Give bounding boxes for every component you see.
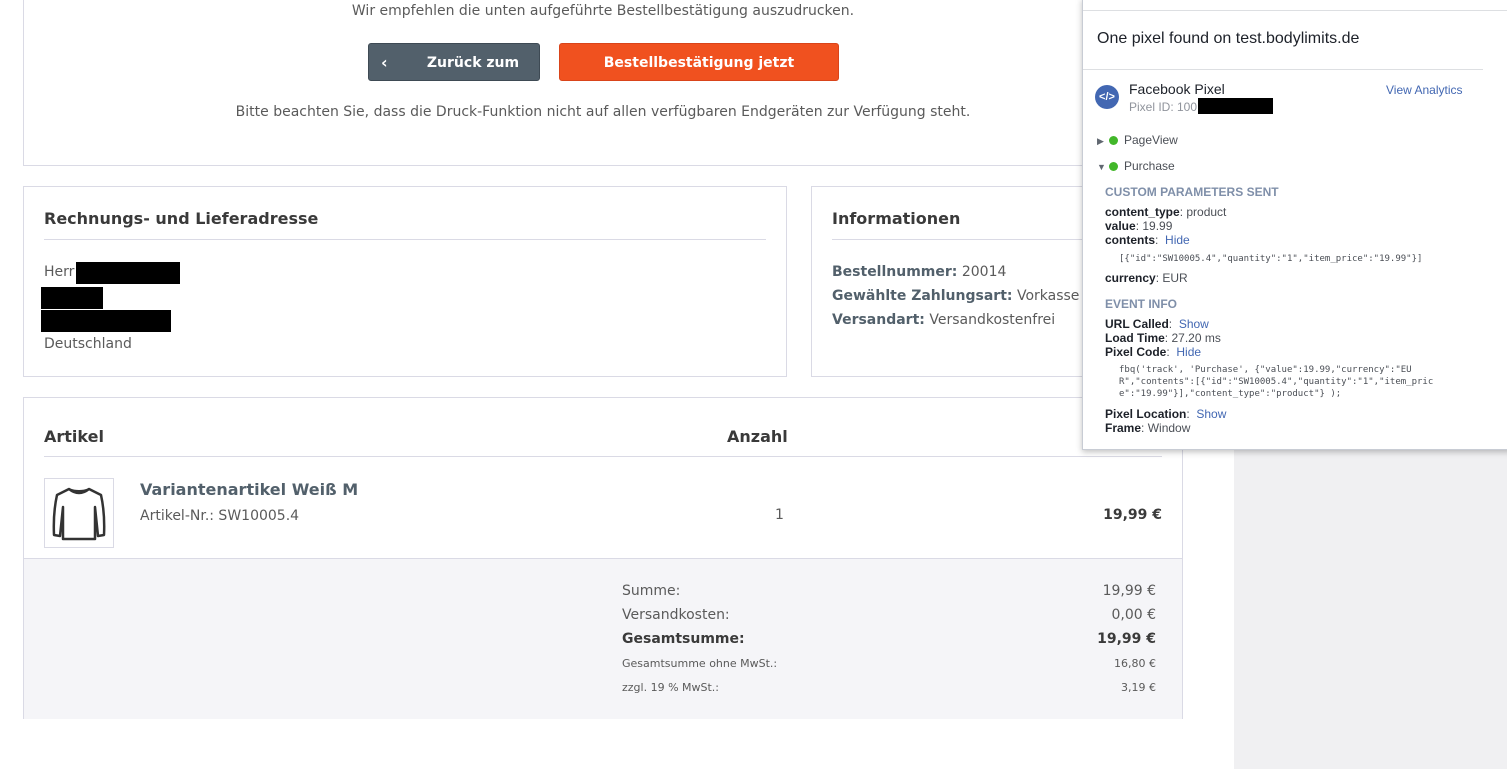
vat-value: 3,19 € [1121, 681, 1156, 694]
contents-json: [{"id":"SW10005.4","quantity":"1","item_… [1119, 254, 1423, 264]
info-value: : Window [1141, 421, 1191, 435]
info-key: URL Called [1105, 317, 1169, 331]
param-key: content_type [1105, 205, 1180, 219]
pixel-location-show-link[interactable]: Show [1196, 407, 1226, 421]
payment-value: Vorkasse [1016, 288, 1080, 304]
shipping-cost-value: 0,00 € [1111, 607, 1156, 623]
order-number-label: Bestellnummer: [832, 264, 958, 280]
param-key: value [1105, 219, 1136, 233]
event-pageview[interactable]: ▶ PageView [1097, 133, 1178, 147]
event-purchase-label: Purchase [1124, 159, 1175, 173]
info-key: Frame [1105, 421, 1142, 435]
shirt-icon [52, 487, 106, 541]
event-purchase[interactable]: ▼ Purchase [1097, 159, 1175, 173]
code-icon: </> [1095, 85, 1119, 109]
info-value: : 27.20 ms [1164, 331, 1221, 345]
param-content-type: content_type: product [1105, 205, 1226, 219]
print-intro-text: Wir empfehlen die unten aufgeführte Best… [351, 3, 855, 19]
param-key: contents [1105, 233, 1156, 247]
article-header-divider [44, 456, 1162, 457]
redacted-name [76, 262, 180, 284]
pixel-id: Pixel ID: 100 [1129, 100, 1197, 114]
url-called-show-link[interactable]: Show [1179, 317, 1209, 331]
pixel-name: Facebook Pixel [1129, 81, 1225, 97]
redacted-city [41, 310, 171, 332]
net-total-label: Gesamtsumme ohne MwSt.: [622, 657, 778, 670]
order-number-value: 20014 [961, 264, 1007, 280]
param-value: : 19.99 [1135, 219, 1173, 233]
address-salutation: Herr [44, 264, 75, 280]
pixel-code-line: R","contents":[{"id":"SW10005.4","quanti… [1119, 377, 1434, 387]
param-value: : product [1179, 205, 1227, 219]
address-title: Rechnungs- und Lieferadresse [44, 209, 319, 228]
pixel-location-row: Pixel Location: Show [1105, 407, 1227, 421]
pixel-code-line: e":"19.99"}],"content_type":"product"} )… [1119, 389, 1342, 399]
success-icon [1109, 136, 1118, 145]
print-confirmation-button[interactable]: Bestellbestätigung jetzt ausdrucken! [559, 43, 839, 109]
pixels-found-text: One pixel found on test.bodylimits.de [1097, 30, 1360, 47]
pixel-helper-popup: One pixel found on test.bodylimits.de </… [1082, 0, 1507, 450]
totals-section: Summe: 19,99 € Versandkosten: 0,00 € Ges… [24, 558, 1182, 719]
product-name-link[interactable]: Variantenartikel Weiß M [140, 480, 358, 499]
sum-label: Summe: [622, 583, 681, 599]
product-quantity: 1 [775, 507, 784, 523]
grand-total-label: Gesamtsumme: [622, 631, 745, 647]
shipping-value: Versandkostenfrei [929, 312, 1056, 328]
frame-row: Frame: Window [1105, 421, 1190, 435]
address-divider [44, 239, 766, 240]
product-price: 19,99 € [1103, 507, 1162, 523]
param-contents: contents: Hide [1105, 233, 1190, 247]
address-panel: Rechnungs- und Lieferadresse Herr Deutsc… [23, 186, 787, 377]
pixel-id-text: Pixel ID: 100 [1129, 100, 1198, 114]
info-key: Load Time [1105, 331, 1165, 345]
pixel-code-line: fbq('track', 'Purchase', {"value":19.99,… [1119, 365, 1412, 375]
url-called-row: URL Called: Show [1105, 317, 1209, 331]
param-value: : EUR [1155, 271, 1188, 285]
grand-total-value: 19,99 € [1097, 631, 1156, 647]
article-panel: Artikel Anzahl Variantenartikel Weiß M A… [23, 397, 1183, 719]
param-key: currency [1105, 271, 1156, 285]
success-icon [1109, 162, 1118, 171]
popup-divider [1083, 69, 1483, 70]
shipping-cost-label: Versandkosten: [622, 607, 730, 623]
article-column-header: Artikel [44, 427, 104, 446]
view-analytics-link[interactable]: View Analytics [1386, 83, 1462, 97]
redacted-pixel-id [1198, 98, 1273, 114]
sum-value: 19,99 € [1102, 583, 1156, 599]
contents-hide-link[interactable]: Hide [1165, 233, 1190, 247]
event-info-title: EVENT INFO [1105, 297, 1178, 311]
custom-params-title: CUSTOM PARAMETERS SENT [1105, 185, 1279, 199]
information-panel: Informationen Bestellnummer: 20014 Gewäh… [811, 186, 1112, 377]
payment-row: Gewählte Zahlungsart: Vorkasse [832, 288, 1079, 304]
expand-triangle-icon: ▶ [1097, 136, 1104, 146]
shipping-label: Versandart: [832, 312, 925, 328]
order-number-row: Bestellnummer: 20014 [832, 264, 1006, 280]
quantity-column-header: Anzahl [727, 427, 788, 446]
pixel-code-row: Pixel Code: Hide [1105, 345, 1202, 359]
back-to-shop-button[interactable]: ‹ Zurück zum Shop [368, 43, 540, 109]
chevron-left-icon: ‹ [381, 53, 388, 72]
pixel-code-hide-link[interactable]: Hide [1176, 345, 1201, 359]
print-confirmation-panel: Wir empfehlen die unten aufgeführte Best… [23, 0, 1183, 166]
param-currency: currency: EUR [1105, 271, 1188, 285]
vat-label: zzgl. 19 % MwSt.: [622, 681, 720, 694]
load-time-row: Load Time: 27.20 ms [1105, 331, 1221, 345]
address-country: Deutschland [44, 336, 132, 352]
event-pageview-label: PageView [1124, 133, 1178, 147]
net-total-value: 16,80 € [1114, 657, 1156, 670]
shipping-row: Versandart: Versandkostenfrei [832, 312, 1055, 328]
print-note-text: Bitte beachten Sie, dass die Druck-Funkt… [235, 104, 971, 120]
param-value-row: value: 19.99 [1105, 219, 1172, 233]
payment-label: Gewählte Zahlungsart: [832, 288, 1013, 304]
info-key: Pixel Location [1105, 407, 1187, 421]
information-title: Informationen [832, 209, 961, 228]
product-number: Artikel-Nr.: SW10005.4 [140, 508, 300, 524]
info-key: Pixel Code [1105, 345, 1167, 359]
product-thumbnail[interactable] [44, 478, 114, 548]
information-divider [832, 239, 1112, 240]
popup-top-bar [1083, 0, 1507, 11]
collapse-triangle-icon: ▼ [1097, 162, 1106, 172]
redacted-street [41, 287, 103, 309]
